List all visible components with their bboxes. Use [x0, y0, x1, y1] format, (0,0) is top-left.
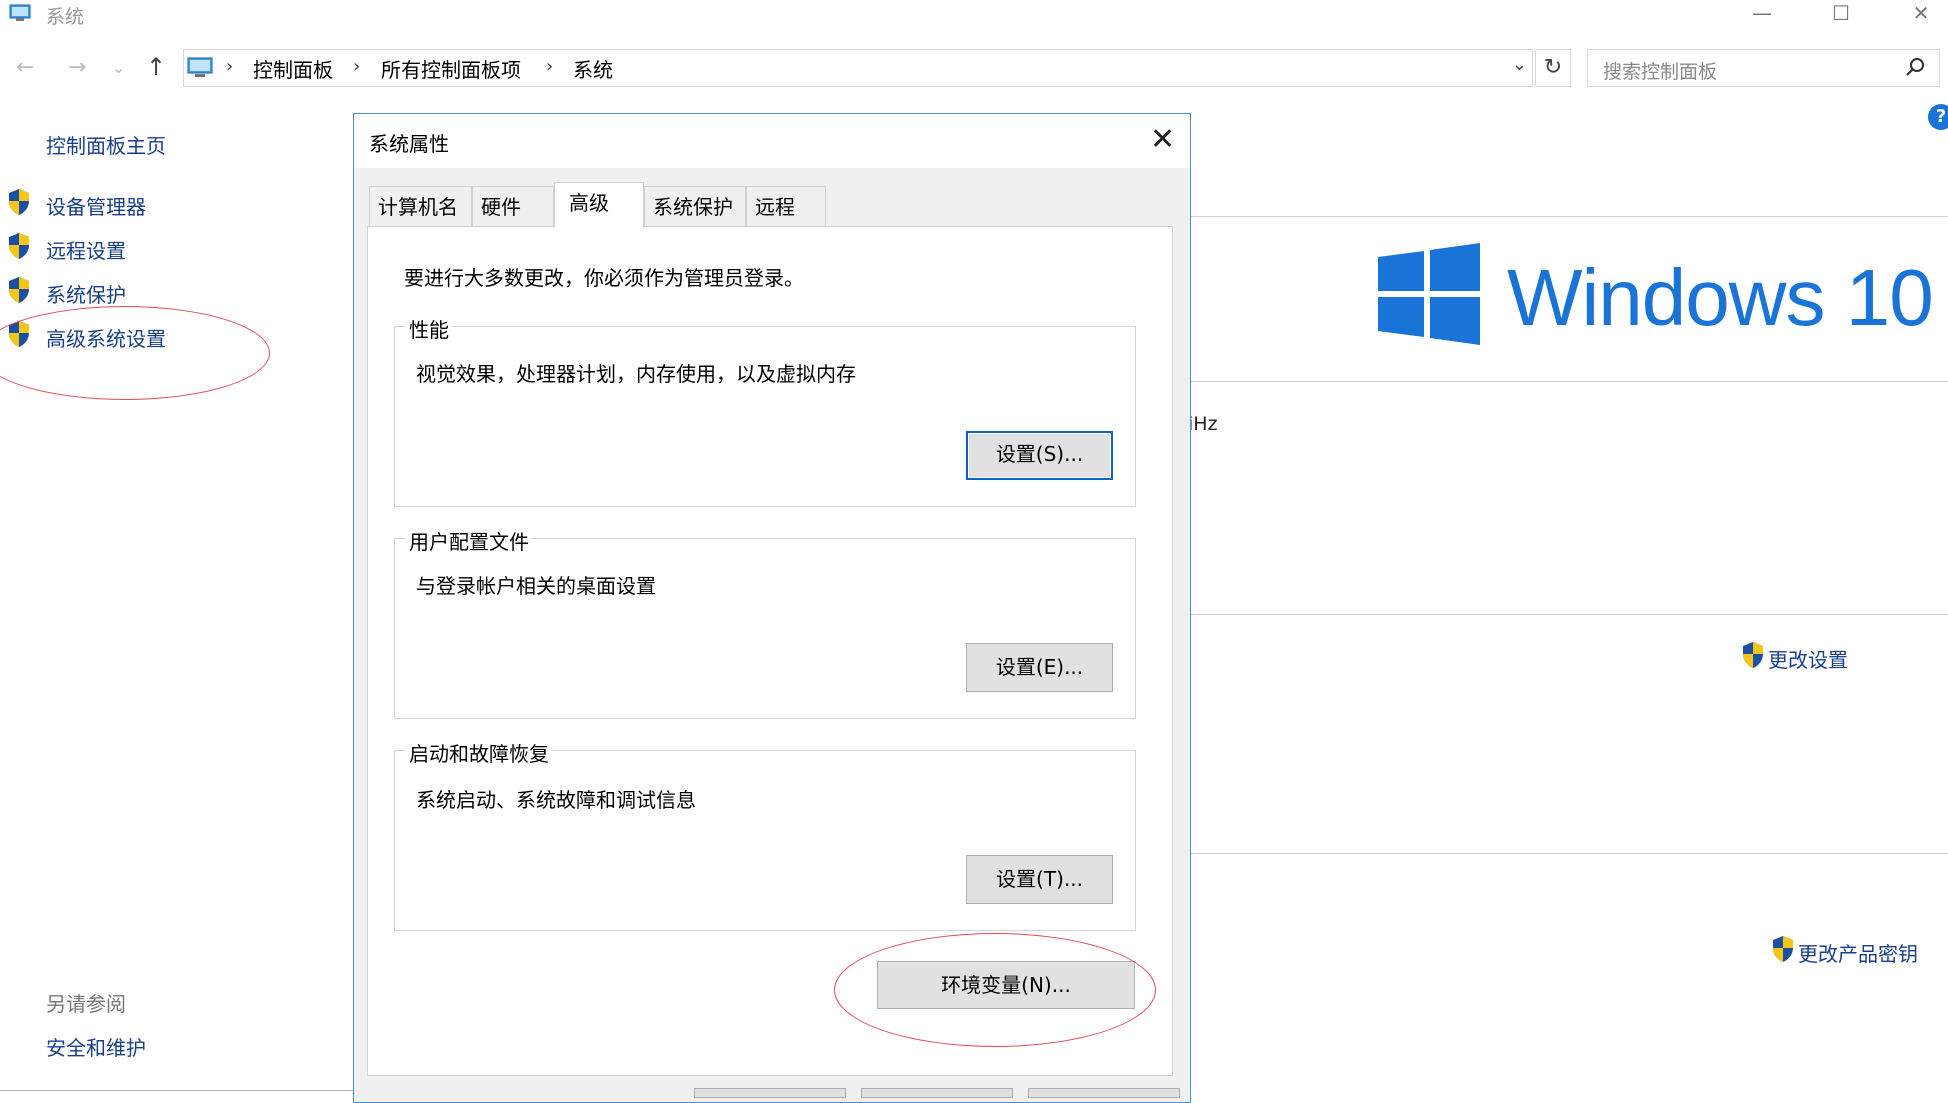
tab-hardware[interactable]: 硬件: [472, 186, 554, 226]
breadcrumb-control-panel[interactable]: 控制面板: [253, 54, 333, 83]
shield-icon: [9, 233, 29, 259]
sidebar-item-advanced-settings[interactable]: 高级系统设置: [46, 323, 166, 352]
change-settings-link[interactable]: 更改设置: [1768, 644, 1848, 673]
maximize-button[interactable]: ☐: [1806, 0, 1876, 28]
window-title: 系统: [46, 6, 85, 28]
breadcrumb-system[interactable]: 系统: [573, 54, 613, 83]
window-titlebar: [0, 0, 1948, 30]
computer-icon: [187, 57, 213, 77]
sidebar-item-system-protection[interactable]: 系统保护: [46, 279, 126, 308]
change-product-key-link[interactable]: 更改产品密钥: [1798, 938, 1918, 967]
ok-button[interactable]: [694, 1088, 846, 1098]
breadcrumb-all-items[interactable]: 所有控制面板项: [381, 54, 521, 83]
address-dropdown-icon[interactable]: ⌄: [1512, 54, 1527, 75]
tab-computer-name[interactable]: 计算机名: [369, 186, 472, 226]
divider: [1190, 614, 1948, 615]
performance-description: 视觉效果，处理器计划，内存使用，以及虚拟内存: [416, 362, 856, 386]
performance-group-title: 性能: [406, 314, 452, 343]
user-profiles-description: 与登录帐户相关的桌面设置: [416, 574, 656, 598]
sidebar-item-remote-settings[interactable]: 远程设置: [46, 235, 126, 264]
recent-locations-icon[interactable]: ⌄: [112, 58, 125, 77]
annotation-circle-advanced: [0, 306, 270, 400]
refresh-button[interactable]: ↻: [1535, 49, 1571, 87]
processor-speed-partial: iHz: [1188, 413, 1218, 435]
system-icon: [9, 4, 31, 21]
divider: [0, 1090, 353, 1091]
tab-remote[interactable]: 远程: [746, 186, 826, 226]
breadcrumb-separator: ›: [546, 56, 554, 77]
performance-settings-button[interactable]: 设置(S)...: [966, 431, 1113, 480]
tab-system-protection[interactable]: 系统保护: [644, 186, 746, 226]
help-icon[interactable]: ?: [1928, 104, 1948, 130]
apply-button[interactable]: [1028, 1088, 1180, 1098]
search-placeholder: 搜索控制面板: [1603, 61, 1718, 83]
divider: [1190, 853, 1948, 854]
search-icon[interactable]: [1904, 56, 1926, 78]
up-arrow-icon[interactable]: ↑: [146, 53, 166, 81]
windows-logo-icon: [1378, 243, 1480, 345]
close-window-button[interactable]: ✕: [1886, 0, 1948, 28]
user-profiles-group-title: 用户配置文件: [406, 526, 532, 555]
startup-recovery-description: 系统启动、系统故障和调试信息: [416, 788, 696, 812]
dialog-close-button[interactable]: ✕: [1150, 120, 1175, 160]
shield-icon: [9, 189, 29, 215]
shield-icon: [1743, 642, 1763, 668]
security-maintenance-link[interactable]: 安全和维护: [46, 1032, 146, 1061]
divider: [1190, 381, 1948, 382]
breadcrumb-separator: ›: [226, 56, 234, 77]
sidebar-item-device-manager[interactable]: 设备管理器: [46, 191, 146, 220]
divider: [1190, 216, 1948, 217]
cancel-button[interactable]: [861, 1088, 1013, 1098]
control-panel-home-link[interactable]: 控制面板主页: [46, 130, 166, 159]
shield-icon: [9, 277, 29, 303]
back-arrow-icon[interactable]: ←: [16, 55, 34, 80]
see-also-heading: 另请参阅: [46, 992, 126, 1016]
shield-icon: [1773, 936, 1793, 962]
environment-variables-button[interactable]: 环境变量(N)...: [877, 961, 1135, 1009]
windows-10-logo-text: Windows 10: [1507, 253, 1934, 342]
shield-icon: [9, 321, 29, 347]
admin-note: 要进行大多数更改，你必须作为管理员登录。: [404, 266, 804, 290]
startup-recovery-group-title: 启动和故障恢复: [406, 738, 552, 767]
dialog-titlebar: [354, 114, 1190, 168]
user-profiles-settings-button[interactable]: 设置(E)...: [966, 643, 1113, 692]
dialog-title: 系统属性: [369, 132, 449, 156]
startup-recovery-settings-button[interactable]: 设置(T)...: [966, 855, 1113, 904]
minimize-button[interactable]: —: [1727, 0, 1797, 28]
breadcrumb-separator: ›: [353, 56, 361, 77]
forward-arrow-icon[interactable]: →: [68, 55, 86, 80]
tab-advanced[interactable]: 高级: [554, 182, 644, 228]
